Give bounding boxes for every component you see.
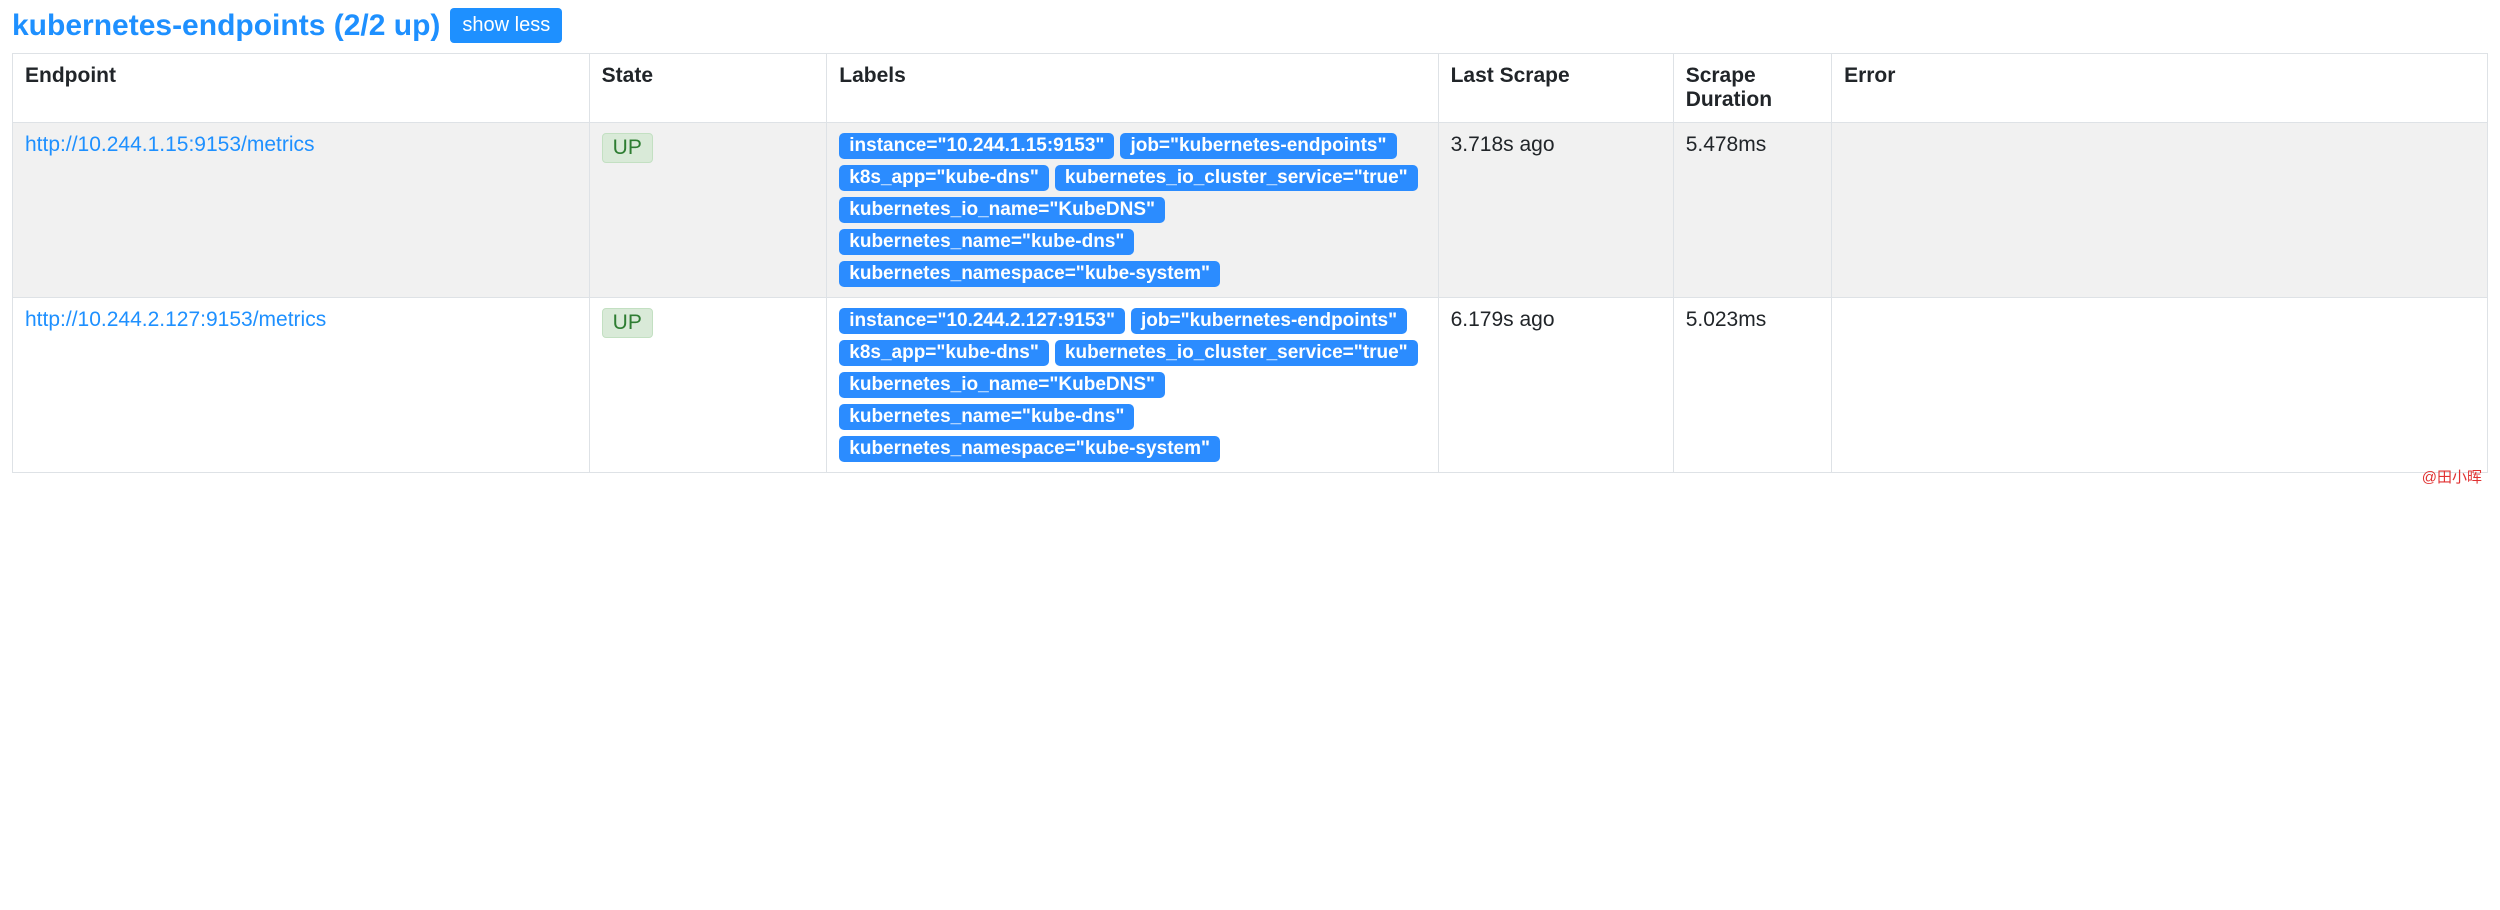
label-pill: kubernetes_io_name="KubeDNS": [839, 197, 1165, 223]
label-pill: kubernetes_name="kube-dns": [839, 404, 1134, 430]
error: [1832, 298, 2488, 473]
label-pill: kubernetes_io_cluster_service="true": [1055, 340, 1418, 366]
table-row: http://10.244.2.127:9153/metrics UP instan…: [13, 298, 2488, 473]
label-pill: kubernetes_io_name="KubeDNS": [839, 372, 1165, 398]
watermark: @田小晖: [2422, 466, 2482, 487]
show-less-button[interactable]: show less: [450, 8, 562, 43]
endpoint-link[interactable]: http://10.244.1.15:9153/metrics: [25, 133, 315, 156]
col-state: State: [589, 54, 827, 123]
targets-table: Endpoint State Labels Last Scrape Scrape…: [12, 53, 2488, 473]
label-pill: kubernetes_namespace="kube-system": [839, 436, 1220, 462]
label-pill: kubernetes_namespace="kube-system": [839, 261, 1220, 287]
col-last-scrape: Last Scrape: [1438, 54, 1673, 123]
col-scrape-duration: Scrape Duration: [1673, 54, 1831, 123]
label-pill: k8s_app="kube-dns": [839, 340, 1049, 366]
label-pill: instance="10.244.1.15:9153": [839, 133, 1114, 159]
state-badge: UP: [602, 308, 653, 338]
label-pill: job="kubernetes-endpoints": [1131, 308, 1407, 334]
col-labels: Labels: [827, 54, 1438, 123]
scrape-duration: 5.023ms: [1673, 298, 1831, 473]
label-pill: kubernetes_name="kube-dns": [839, 229, 1134, 255]
labels: instance="10.244.2.127:9153"job="kuberne…: [839, 308, 1425, 462]
table-row: http://10.244.1.15:9153/metrics UP instanc…: [13, 123, 2488, 298]
last-scrape: 3.718s ago: [1438, 123, 1673, 298]
label-pill: kubernetes_io_cluster_service="true": [1055, 165, 1418, 191]
label-pill: k8s_app="kube-dns": [839, 165, 1049, 191]
col-endpoint: Endpoint: [13, 54, 590, 123]
error: [1832, 123, 2488, 298]
scrape-duration: 5.478ms: [1673, 123, 1831, 298]
endpoint-link[interactable]: http://10.244.2.127:9153/metrics: [25, 308, 326, 331]
last-scrape: 6.179s ago: [1438, 298, 1673, 473]
label-pill: instance="10.244.2.127:9153": [839, 308, 1125, 334]
label-pill: job="kubernetes-endpoints": [1120, 133, 1396, 159]
labels: instance="10.244.1.15:9153"job="kubernet…: [839, 133, 1425, 287]
job-title[interactable]: kubernetes-endpoints (2/2 up): [12, 9, 440, 43]
col-error: Error: [1832, 54, 2488, 123]
state-badge: UP: [602, 133, 653, 163]
